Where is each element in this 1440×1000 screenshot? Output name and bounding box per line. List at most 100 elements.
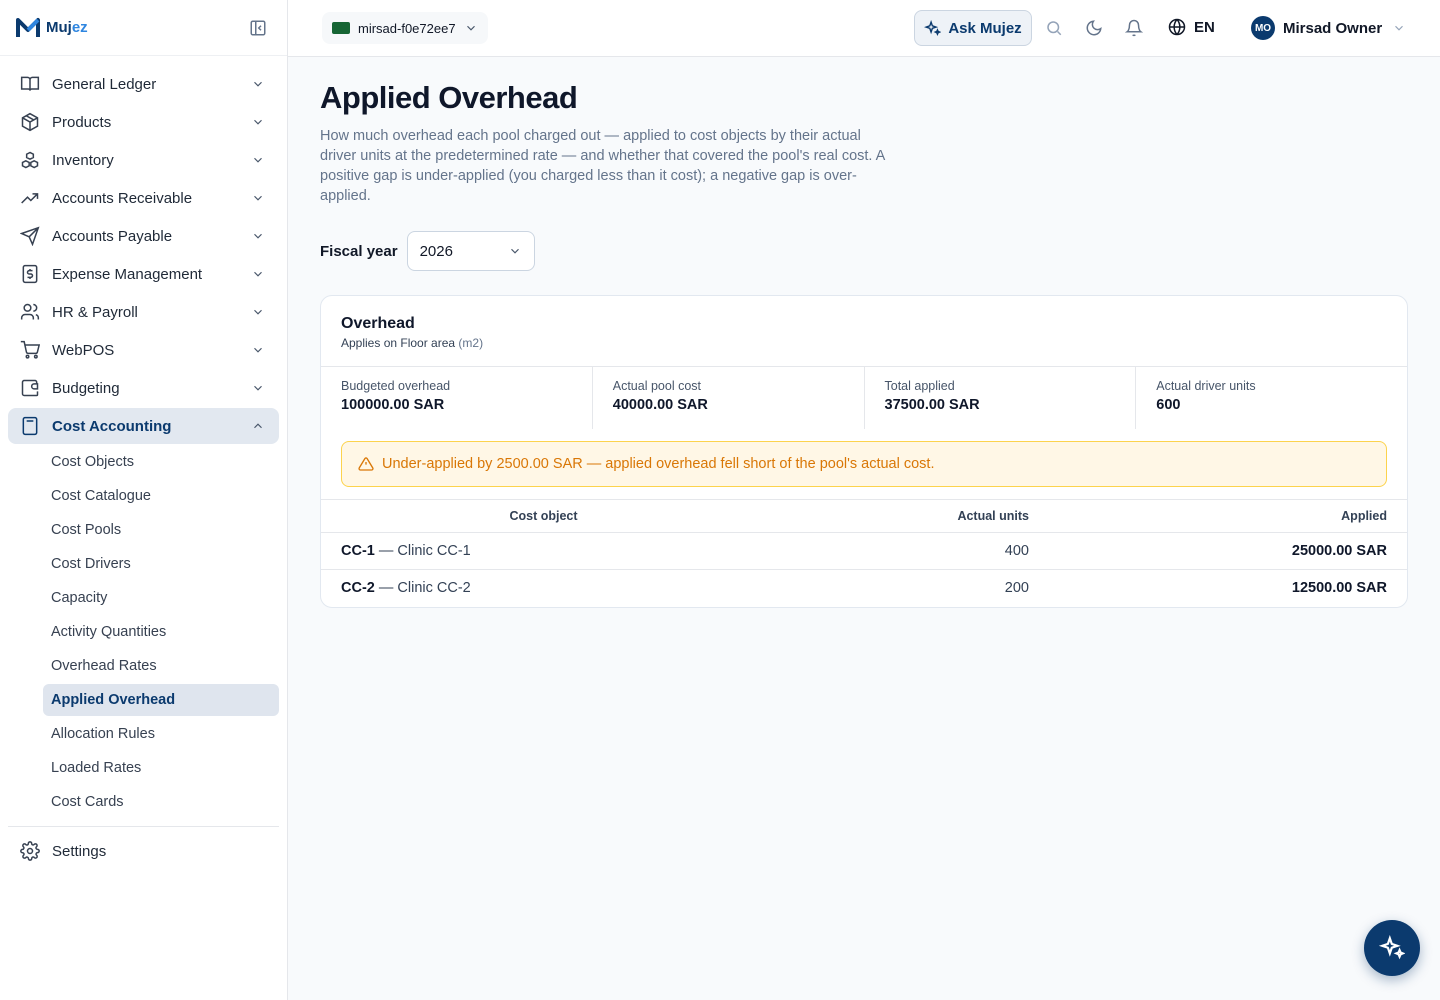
sidebar-item-products[interactable]: Products	[8, 104, 279, 140]
cost-object-name: — Clinic CC-1	[374, 543, 471, 559]
fiscal-year-select[interactable]: 2026	[406, 231, 535, 271]
receipt-dollar-icon	[20, 264, 40, 284]
sidebar-item-settings[interactable]: Settings	[8, 833, 279, 869]
submenu-item-activity-quantities[interactable]: Activity Quantities	[43, 616, 279, 648]
submenu-item-applied-overhead[interactable]: Applied Overhead	[43, 684, 279, 716]
stat-actual-pool-cost: Actual pool cost 40000.00 SAR	[593, 367, 865, 429]
sidebar-collapse-icon[interactable]	[249, 19, 267, 37]
page-description: How much overhead each pool charged out …	[320, 128, 885, 204]
stat-value: 40000.00 SAR	[612, 397, 708, 413]
mujez-logo-icon	[16, 17, 40, 37]
sparkles-icon	[1379, 935, 1405, 960]
stat-value: 600	[1156, 397, 1181, 413]
sidebar-item-label: Budgeting	[52, 379, 120, 397]
bell-icon[interactable]	[1125, 19, 1143, 37]
sidebar-item-inventory[interactable]: Inventory	[8, 142, 279, 178]
stat-label: Total applied	[884, 379, 955, 393]
stat-value: 37500.00 SAR	[884, 397, 980, 413]
moon-icon[interactable]	[1085, 19, 1103, 37]
table-row[interactable]: CC-1 — Clinic CC-1 400 25000.00 SAR	[321, 532, 1407, 570]
calculator-icon	[20, 416, 40, 436]
language-switcher[interactable]: EN	[1168, 18, 1215, 36]
pool-driver-unit: (m2)	[458, 336, 484, 350]
stat-actual-driver-units: Actual driver units 600	[1136, 367, 1407, 429]
applied-overhead-table: Cost object Actual units Applied CC-1 — …	[321, 499, 1407, 607]
submenu-item-cost-objects[interactable]: Cost Objects	[43, 446, 279, 478]
chevron-down-icon	[254, 309, 262, 315]
sidebar: Mujez General Ledger Products Inventory …	[0, 0, 288, 1000]
sidebar-item-label: Inventory	[52, 151, 114, 169]
org-switcher[interactable]: mirsad-f0e72ee7	[322, 12, 488, 44]
sidebar-item-accounts-receivable[interactable]: Accounts Receivable	[8, 180, 279, 216]
applied-cell: 25000.00 SAR	[1029, 532, 1407, 570]
cost-accounting-submenu: Cost Objects Cost Catalogue Cost Pools C…	[8, 446, 279, 818]
sidebar-item-cost-accounting[interactable]: Cost Accounting	[8, 408, 279, 444]
wallet-icon	[20, 378, 40, 398]
sidebar-item-label: Cost Accounting	[52, 417, 172, 435]
submenu-item-loaded-rates[interactable]: Loaded Rates	[43, 752, 279, 784]
user-menu[interactable]: MO Mirsad Owner	[1251, 16, 1406, 40]
chevron-down-icon	[254, 157, 262, 163]
stat-budgeted-overhead: Budgeted overhead 100000.00 SAR	[321, 367, 593, 429]
send-icon	[20, 226, 40, 246]
submenu-item-cost-cards[interactable]: Cost Cards	[43, 786, 279, 818]
chevron-down-icon	[254, 271, 262, 277]
brand-name: Mujez	[46, 19, 88, 36]
fiscal-year-filter: Fiscal year 2026	[320, 231, 1408, 271]
ai-assistant-fab[interactable]	[1364, 920, 1420, 976]
sidebar-item-webpos[interactable]: WebPOS	[8, 332, 279, 368]
globe-icon	[1168, 18, 1186, 36]
saudi-flag-icon	[332, 22, 350, 34]
cart-icon	[20, 340, 40, 360]
submenu-item-overhead-rates[interactable]: Overhead Rates	[43, 650, 279, 682]
fiscal-year-label: Fiscal year	[320, 242, 398, 260]
column-header-applied[interactable]: Applied	[1029, 499, 1407, 533]
submenu-item-allocation-rules[interactable]: Allocation Rules	[43, 718, 279, 750]
chevron-down-icon	[254, 119, 262, 125]
overhead-pool-card: Overhead Applies on Floor area (m2) Budg…	[320, 295, 1408, 608]
boxes-icon	[20, 150, 40, 170]
alert-text: Under-applied by 2500.00 SAR — applied o…	[382, 456, 935, 472]
pool-driver-text: Applies on Floor area	[341, 336, 456, 350]
sparkles-icon	[924, 19, 942, 36]
stat-value: 100000.00 SAR	[341, 397, 445, 413]
cost-object-code: CC-1	[341, 543, 375, 559]
page-title: Applied Overhead	[320, 80, 578, 115]
sidebar-item-general-ledger[interactable]: General Ledger	[8, 66, 279, 102]
user-name: Mirsad Owner	[1283, 19, 1383, 37]
topbar: mirsad-f0e72ee7 Ask Mujez EN MO Mirsad O…	[288, 0, 1440, 57]
pool-driver: Applies on Floor area (m2)	[341, 336, 1387, 350]
column-header-actual-units[interactable]: Actual units	[766, 499, 1029, 533]
submenu-item-cost-catalogue[interactable]: Cost Catalogue	[43, 480, 279, 512]
sidebar-item-label: General Ledger	[52, 75, 157, 93]
column-header-cost-object[interactable]: Cost object	[321, 499, 766, 533]
ask-mujez-label: Ask Mujez	[948, 19, 1022, 37]
cost-object-cell: CC-2 — Clinic CC-2	[321, 570, 766, 607]
package-icon	[20, 112, 40, 132]
chevron-down-icon	[510, 248, 519, 254]
sidebar-item-expense-management[interactable]: Expense Management	[8, 256, 279, 292]
ask-mujez-button[interactable]: Ask Mujez	[914, 10, 1032, 46]
submenu-item-capacity[interactable]: Capacity	[43, 582, 279, 614]
sidebar-item-accounts-payable[interactable]: Accounts Payable	[8, 218, 279, 254]
under-applied-alert: Under-applied by 2500.00 SAR — applied o…	[341, 441, 1387, 487]
chevron-down-icon	[254, 233, 262, 239]
fiscal-year-value: 2026	[419, 242, 453, 260]
trending-up-icon	[20, 188, 40, 208]
table-row[interactable]: CC-2 — Clinic CC-2 200 12500.00 SAR	[321, 570, 1407, 607]
sidebar-item-budgeting[interactable]: Budgeting	[8, 370, 279, 406]
chevron-down-icon	[466, 25, 475, 31]
stat-label: Budgeted overhead	[341, 379, 451, 393]
language-code: EN	[1194, 18, 1215, 36]
chevron-down-icon	[1395, 25, 1404, 31]
sidebar-item-hr-payroll[interactable]: HR & Payroll	[8, 294, 279, 330]
chevron-down-icon	[254, 81, 262, 87]
users-icon	[20, 302, 40, 322]
search-icon[interactable]	[1045, 19, 1063, 37]
logo[interactable]: Mujez	[16, 17, 88, 39]
submenu-item-cost-pools[interactable]: Cost Pools	[43, 514, 279, 546]
sidebar-item-label: WebPOS	[52, 341, 115, 359]
cost-object-cell: CC-1 — Clinic CC-1	[321, 532, 766, 570]
submenu-item-cost-drivers[interactable]: Cost Drivers	[43, 548, 279, 580]
avatar: MO	[1251, 16, 1275, 40]
